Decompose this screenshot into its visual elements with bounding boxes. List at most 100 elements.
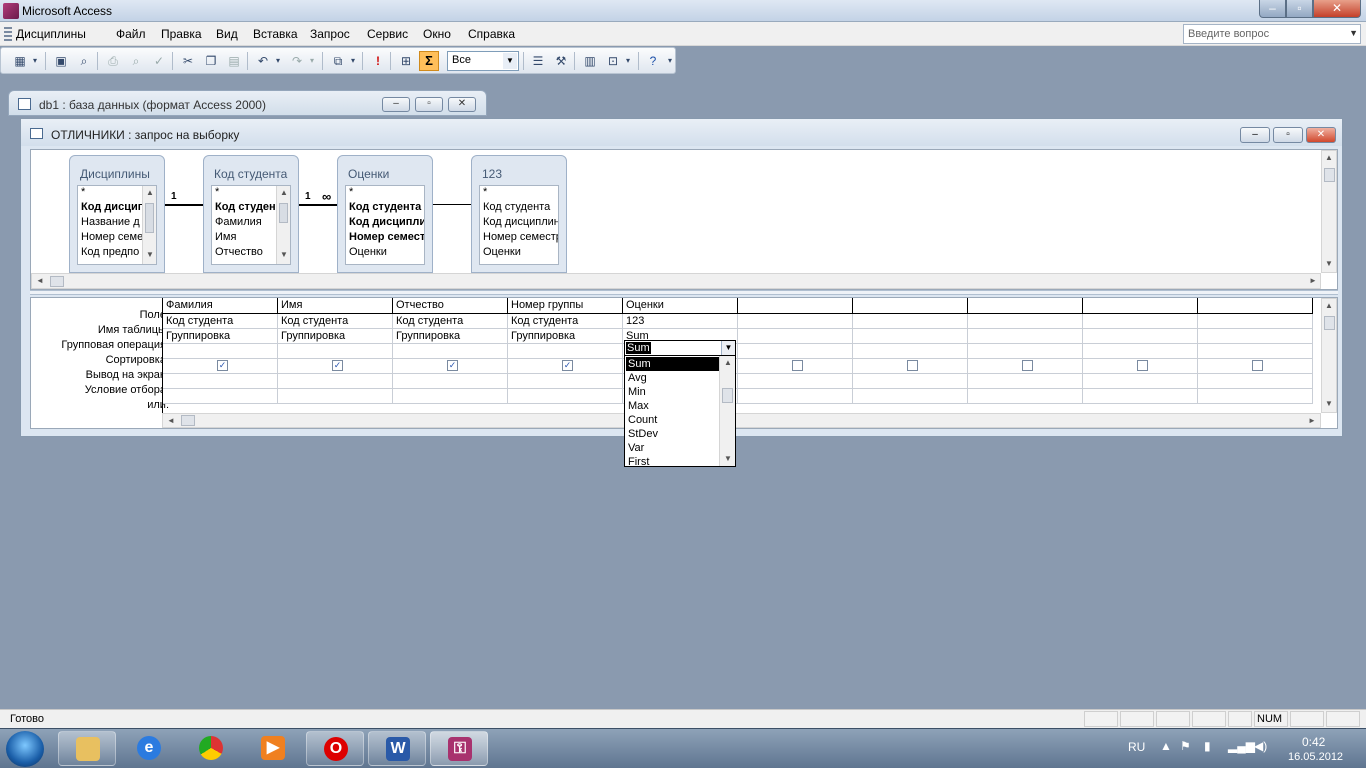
db-minimize-button[interactable]: – — [382, 97, 410, 112]
dropdown-option[interactable]: StDev — [626, 427, 720, 441]
list-item[interactable]: Код студента — [483, 201, 550, 216]
grid-criteria-cell[interactable] — [968, 374, 1083, 389]
grid-field-cell[interactable]: Номер группы — [508, 298, 623, 314]
grid-or-cell[interactable] — [738, 389, 853, 404]
grid-show-cell[interactable]: ✓ — [393, 359, 508, 374]
run-icon[interactable]: ! — [369, 52, 387, 70]
totals-sigma-icon[interactable]: Σ — [419, 51, 439, 71]
grid-field-cell[interactable] — [968, 298, 1083, 314]
help-question-input[interactable]: Введите вопрос ▼ — [1183, 24, 1361, 44]
diagram-horizontal-scrollbar[interactable]: ◄ ► — [31, 273, 1321, 289]
grid-sort-cell[interactable] — [278, 344, 393, 359]
view-dropdown-icon[interactable]: ▾ — [30, 52, 40, 70]
volume-icon[interactable]: ◀) — [1254, 739, 1267, 753]
search-icon[interactable]: ⌕ — [75, 52, 93, 70]
query-close-button[interactable]: ✕ — [1306, 127, 1336, 143]
show-checkbox[interactable] — [907, 360, 918, 371]
grid-total-cell[interactable] — [968, 329, 1083, 344]
toolbar-options-icon[interactable]: ▾ — [665, 52, 675, 70]
list-item[interactable]: Имя — [215, 231, 236, 246]
taskbar-ie[interactable]: e — [120, 731, 178, 766]
list-item[interactable]: * — [349, 186, 353, 201]
grid-show-cell[interactable] — [853, 359, 968, 374]
show-checkbox[interactable]: ✓ — [447, 360, 458, 371]
grid-total-cell[interactable] — [738, 329, 853, 344]
dropdown-option[interactable]: Var — [626, 441, 720, 455]
help-icon[interactable]: ? — [644, 52, 662, 70]
db-restore-button[interactable]: ▫ — [415, 97, 443, 112]
show-table-icon[interactable]: ⊞ — [397, 52, 415, 70]
grid-criteria-cell[interactable] — [1083, 374, 1198, 389]
minimize-button[interactable]: – — [1259, 0, 1286, 18]
total-combo-input[interactable]: Sum ▼ — [624, 340, 736, 356]
grid-field-cell[interactable]: Фамилия — [163, 298, 278, 314]
list-item[interactable]: Код студента — [349, 201, 421, 216]
clock-time[interactable]: 0:42 — [1302, 735, 1325, 749]
help-dropdown-icon[interactable]: ▼ — [1349, 28, 1358, 38]
grid-total-cell[interactable] — [1083, 329, 1198, 344]
grid-sort-cell[interactable] — [508, 344, 623, 359]
grid-show-cell[interactable] — [1198, 359, 1313, 374]
menu-window[interactable]: Окно — [423, 27, 451, 41]
grid-table-cell[interactable] — [968, 314, 1083, 329]
maximize-button[interactable]: ▫ — [1286, 0, 1313, 18]
taskbar-word[interactable]: W — [368, 731, 426, 766]
grid-table-cell[interactable]: Код студента — [278, 314, 393, 329]
show-checkbox[interactable]: ✓ — [217, 360, 228, 371]
dropdown-option[interactable]: Count — [626, 413, 720, 427]
show-hidden-icons-icon[interactable]: ▲ — [1160, 739, 1172, 753]
undo-icon[interactable]: ↶ — [254, 52, 272, 70]
grid-horizontal-scrollbar[interactable]: ◄ ► — [162, 413, 1321, 428]
list-item[interactable]: * — [483, 186, 487, 201]
grid-field-cell[interactable]: Оценки — [623, 298, 738, 314]
list-item[interactable]: Номер семестр — [349, 231, 424, 246]
builder-icon[interactable]: ⚒ — [552, 52, 570, 70]
grid-or-cell[interactable] — [393, 389, 508, 404]
grid-criteria-cell[interactable] — [278, 374, 393, 389]
start-button[interactable] — [6, 731, 44, 767]
grid-show-cell[interactable] — [1083, 359, 1198, 374]
list-item[interactable]: Фамилия — [215, 216, 262, 231]
grid-table-cell[interactable] — [738, 314, 853, 329]
list-item[interactable]: Код предпо — [81, 246, 139, 261]
field-list-123[interactable]: 123 * Код студента Код дисциплин Номер с… — [471, 155, 567, 273]
copy-icon[interactable]: ❐ — [202, 52, 220, 70]
show-checkbox[interactable]: ✓ — [562, 360, 573, 371]
menu-grip-icon[interactable] — [4, 27, 12, 41]
dropdown-option[interactable]: First — [626, 455, 720, 469]
grid-criteria-cell[interactable] — [393, 374, 508, 389]
grid-field-cell[interactable] — [1198, 298, 1313, 314]
diagram-vertical-scrollbar[interactable]: ▲ ▼ — [1321, 150, 1337, 273]
grid-total-cell[interactable]: Группировка — [508, 329, 623, 344]
top-values-dropdown-icon[interactable]: ▼ — [503, 53, 517, 69]
grid-criteria-cell[interactable] — [1198, 374, 1313, 389]
grid-or-cell[interactable] — [1083, 389, 1198, 404]
close-button[interactable]: ✕ — [1313, 0, 1361, 18]
print-icon[interactable]: ⎙ — [104, 52, 122, 70]
grid-total-cell[interactable]: Группировка — [278, 329, 393, 344]
dropdown-option[interactable]: Avg — [626, 371, 720, 385]
paste-icon[interactable]: ▤ — [225, 52, 243, 70]
grid-or-cell[interactable] — [163, 389, 278, 404]
grid-or-cell[interactable] — [1198, 389, 1313, 404]
grid-criteria-cell[interactable] — [163, 374, 278, 389]
grid-total-cell[interactable] — [1198, 329, 1313, 344]
grid-criteria-cell[interactable] — [738, 374, 853, 389]
menu-tools[interactable]: Сервис — [367, 27, 408, 41]
grid-or-cell[interactable] — [968, 389, 1083, 404]
taskbar-media[interactable]: ▶ — [244, 731, 302, 766]
relationship-line[interactable] — [299, 204, 337, 206]
dropdown-option[interactable]: Sum — [626, 357, 720, 371]
show-checkbox[interactable]: ✓ — [332, 360, 343, 371]
relationship-line[interactable] — [165, 204, 203, 206]
new-object-icon[interactable]: ⊡ — [604, 52, 622, 70]
grid-table-cell[interactable] — [1083, 314, 1198, 329]
query-type-dropdown-icon[interactable]: ▾ — [348, 52, 358, 70]
grid-sort-cell[interactable] — [393, 344, 508, 359]
field-list-grades[interactable]: Оценки * Код студента Код дисципли Номер… — [337, 155, 433, 273]
grid-show-cell[interactable] — [738, 359, 853, 374]
query-type-icon[interactable]: ⧉ — [329, 52, 347, 70]
grid-table-cell[interactable]: Код студента — [508, 314, 623, 329]
grid-criteria-cell[interactable] — [853, 374, 968, 389]
grid-show-cell[interactable]: ✓ — [508, 359, 623, 374]
